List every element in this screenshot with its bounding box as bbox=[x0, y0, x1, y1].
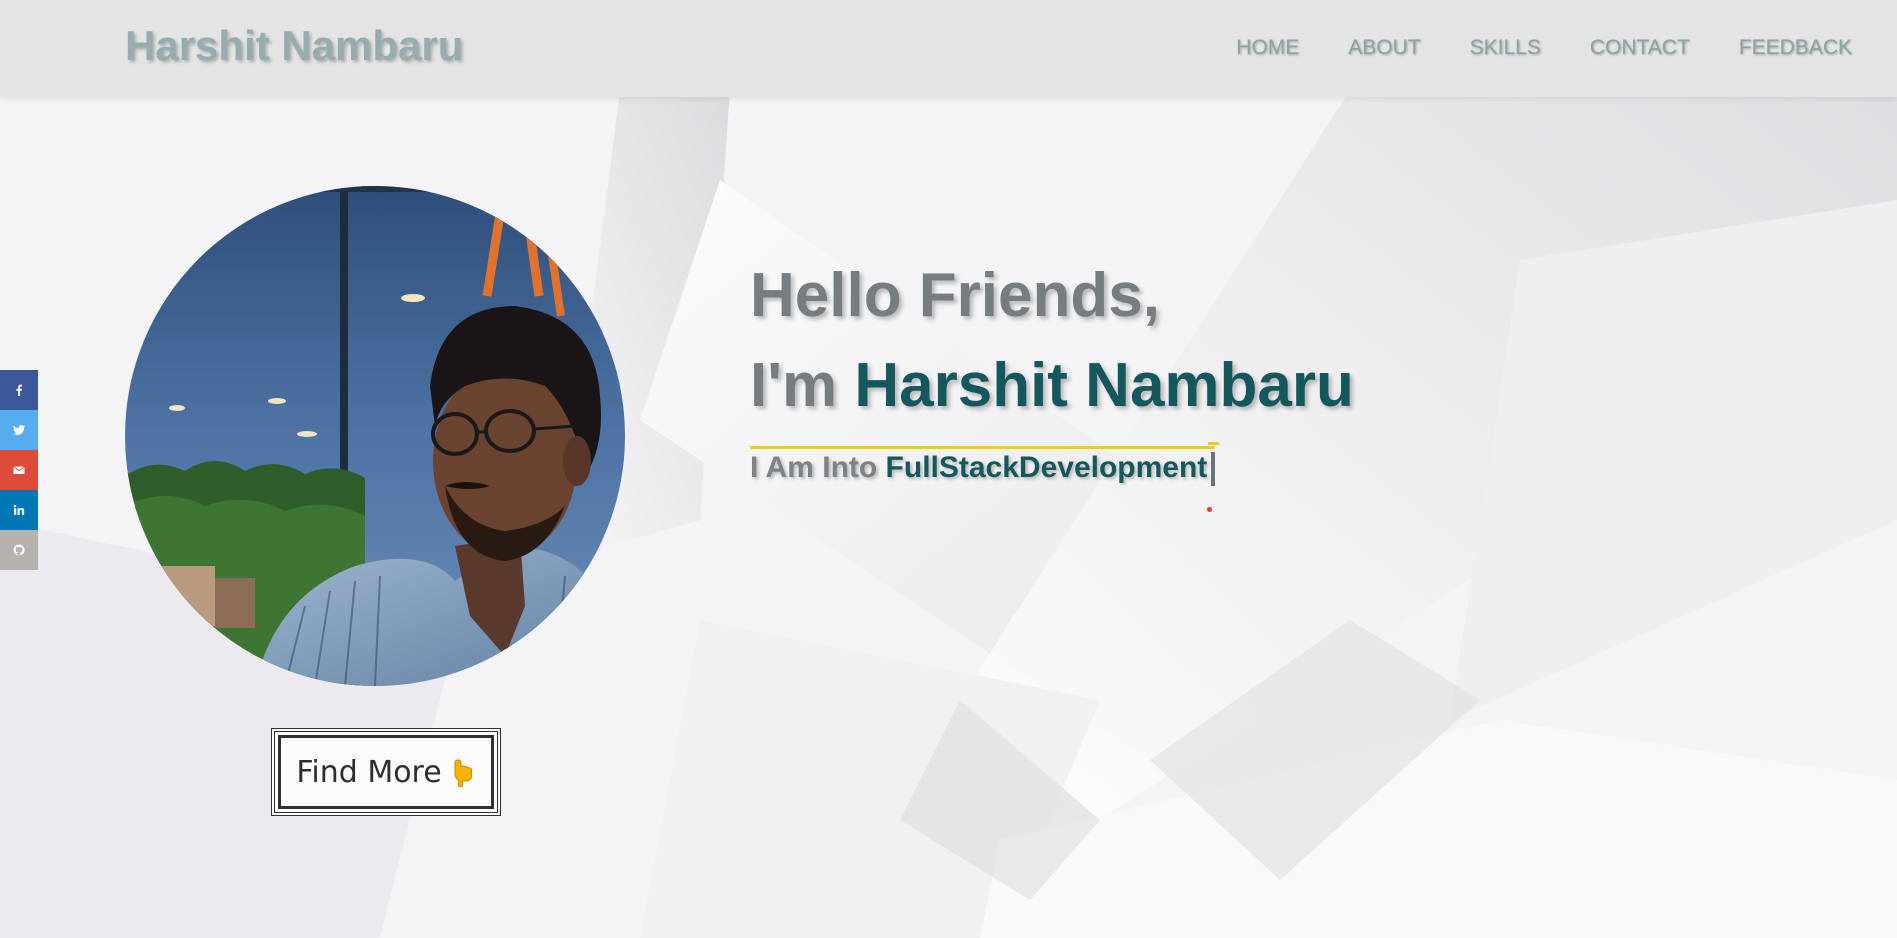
find-more-button[interactable]: Find More bbox=[271, 728, 501, 816]
decorative-dot bbox=[1207, 507, 1212, 512]
facebook-button[interactable] bbox=[0, 370, 38, 410]
twitter-button[interactable] bbox=[0, 410, 38, 450]
hero-section: Hello Friends, I'm Harshit Nambaru I Am … bbox=[750, 258, 1354, 487]
email-button[interactable] bbox=[0, 450, 38, 490]
nav-link-home[interactable]: HOME bbox=[1236, 36, 1299, 60]
nav-link-feedback[interactable]: FEEDBACK bbox=[1739, 36, 1852, 60]
github-button[interactable] bbox=[0, 530, 38, 570]
profile-photo bbox=[125, 186, 625, 686]
typing-cursor bbox=[1211, 452, 1216, 487]
github-icon bbox=[13, 544, 25, 556]
linkedin-icon bbox=[13, 504, 25, 515]
twitter-icon bbox=[13, 425, 25, 436]
facebook-icon bbox=[16, 384, 22, 396]
nav-links: HOME ABOUT SKILLS CONTACT FEEDBACK bbox=[1187, 36, 1852, 60]
typed-role: FullStackDevelopment bbox=[885, 451, 1208, 484]
hero-name: Harshit Nambaru bbox=[854, 351, 1354, 420]
email-icon bbox=[13, 466, 25, 474]
navbar: Harshit Nambaru HOME ABOUT SKILLS CONTAC… bbox=[0, 0, 1897, 97]
brand-logo-text[interactable]: Harshit Nambaru bbox=[125, 22, 463, 70]
nav-link-about[interactable]: ABOUT bbox=[1348, 36, 1420, 60]
greeting-heading: Hello Friends, bbox=[750, 261, 1160, 330]
find-more-label: Find More bbox=[296, 754, 442, 790]
pointing-down-hand-icon bbox=[446, 757, 476, 788]
linkedin-button[interactable] bbox=[0, 490, 38, 530]
name-heading: I'm Harshit Nambaru bbox=[750, 348, 1354, 424]
social-sidebar bbox=[0, 370, 38, 570]
decorative-dash bbox=[1208, 442, 1219, 445]
nav-link-skills[interactable]: SKILLS bbox=[1470, 36, 1541, 60]
nav-link-contact[interactable]: CONTACT bbox=[1590, 36, 1690, 60]
typing-line: I Am Into FullStackDevelopment bbox=[750, 446, 1216, 487]
into-prefix: I Am Into bbox=[750, 451, 886, 484]
intro-prefix: I'm bbox=[750, 351, 855, 420]
